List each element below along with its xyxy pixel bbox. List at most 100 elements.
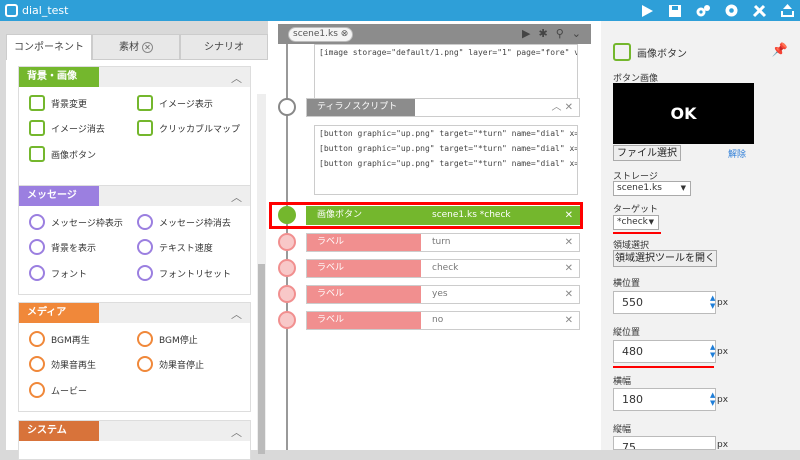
label-block[interactable]: ラベル turn ✕ bbox=[306, 233, 580, 252]
play-icon[interactable]: ▶ bbox=[522, 27, 530, 40]
close-icon[interactable]: ✕ bbox=[142, 42, 153, 53]
label-block[interactable]: ラベル yes ✕ bbox=[306, 285, 580, 304]
tab-scene1[interactable]: scene1.ks ⊗ bbox=[288, 27, 354, 42]
category-label: 背景・画像 bbox=[19, 67, 99, 87]
close-icon[interactable]: ✕ bbox=[565, 234, 573, 251]
component-se-play[interactable]: 効果音再生 bbox=[29, 356, 96, 372]
component-bgm-stop[interactable]: BGM停止 bbox=[137, 331, 198, 347]
image-icon bbox=[137, 95, 153, 111]
block-param: no bbox=[432, 315, 444, 325]
close-icon[interactable]: ✕ bbox=[565, 207, 573, 224]
block-param: check bbox=[432, 263, 459, 273]
title-bar: dial_test bbox=[0, 0, 800, 21]
component-message-hide[interactable]: メッセージ枠消去 bbox=[137, 214, 231, 230]
image-icon bbox=[29, 95, 45, 111]
storage-select[interactable]: scene1.ks ▼ bbox=[613, 181, 691, 196]
tab-materials[interactable]: 素材 ✕ bbox=[92, 34, 180, 60]
close-icon[interactable]: ✕ bbox=[565, 286, 573, 303]
block-label: ラベル bbox=[307, 286, 421, 303]
component-bgm-play[interactable]: BGM再生 bbox=[29, 331, 90, 347]
movie-icon bbox=[29, 382, 45, 398]
chevron-up-icon[interactable]: ︿ bbox=[231, 306, 242, 322]
x-position-input[interactable]: 550 ▲ ▼ bbox=[613, 291, 716, 314]
tab-components[interactable]: コンポーネント bbox=[6, 34, 92, 60]
flag-icon bbox=[278, 259, 296, 277]
stepper-icon[interactable]: ▲ ▼ bbox=[710, 343, 715, 359]
text-icon bbox=[29, 214, 45, 230]
properties-panel: 画像ボタン 📌 ボタン画像 OK ファイル選択 解除 ストレージ scene1.… bbox=[601, 21, 800, 450]
chevron-up-icon[interactable]: ︿ bbox=[231, 424, 242, 440]
image-button-block[interactable]: 画像ボタン scene1.ks *check ✕ bbox=[306, 206, 580, 225]
gears-icon[interactable] bbox=[694, 2, 712, 20]
component-message-show[interactable]: メッセージ枠表示 bbox=[29, 214, 123, 230]
gear-icon[interactable] bbox=[722, 2, 740, 20]
image-clear-icon bbox=[29, 120, 45, 136]
block-label: ティラノスクリプト bbox=[307, 99, 415, 116]
text-icon bbox=[137, 239, 153, 255]
clear-link[interactable]: 解除 bbox=[728, 147, 746, 160]
tyrano-script-node-icon bbox=[278, 98, 296, 116]
text-icon bbox=[137, 265, 153, 281]
height-input[interactable]: 75 bbox=[613, 436, 716, 450]
sound-icon bbox=[29, 356, 45, 372]
label-block[interactable]: ラベル check ✕ bbox=[306, 259, 580, 278]
y-position-label: 縦位置 bbox=[613, 328, 641, 338]
button-image-preview: OK bbox=[613, 83, 754, 144]
save-icon[interactable] bbox=[666, 2, 684, 20]
block-param: scene1.ks *check bbox=[432, 210, 511, 220]
block-label: ラベル bbox=[307, 260, 421, 277]
component-clickable-map[interactable]: クリッカブルマップ bbox=[137, 120, 240, 136]
image-button-icon bbox=[613, 43, 631, 61]
component-font[interactable]: フォント bbox=[29, 265, 87, 281]
chevron-up-icon[interactable]: ︿ bbox=[231, 70, 242, 86]
play-icon[interactable] bbox=[638, 2, 656, 20]
stepper-icon[interactable]: ▲ ▼ bbox=[710, 391, 715, 407]
component-show-bg[interactable]: 背景を表示 bbox=[29, 239, 96, 255]
search-icon[interactable]: ⚲ bbox=[556, 27, 564, 40]
left-scrollbar[interactable] bbox=[257, 94, 266, 454]
component-panel: コンポーネント 素材 ✕ シナリオ 背景・画像 ︿ 背景変更 イメージ表示 イメー… bbox=[6, 34, 268, 460]
text-icon bbox=[137, 214, 153, 230]
component-image-show[interactable]: イメージ表示 bbox=[137, 95, 213, 111]
chevron-up-close-icon[interactable]: ︿ ✕ bbox=[551, 99, 573, 116]
component-image-button[interactable]: 画像ボタン bbox=[29, 146, 96, 162]
region-tool-button[interactable]: 領域選択ツールを開く bbox=[613, 250, 717, 267]
width-label: 横幅 bbox=[613, 377, 632, 387]
stepper-icon[interactable]: ▲ ▼ bbox=[710, 294, 715, 310]
width-input[interactable]: 180 ▲ ▼ bbox=[613, 388, 716, 411]
code-box-image[interactable]: [image storage="default/1.png" layer="1"… bbox=[314, 44, 578, 101]
category-media: メディア ︿ BGM再生 BGM停止 効果音再生 効果音停止 ムービー bbox=[18, 302, 251, 412]
category-label: システム bbox=[19, 421, 99, 441]
pin-icon[interactable]: 📌 bbox=[772, 43, 788, 58]
close-icon[interactable]: ✕ bbox=[565, 312, 573, 329]
chevron-up-icon[interactable]: ︿ bbox=[231, 189, 242, 205]
export-icon[interactable] bbox=[778, 2, 796, 20]
component-se-stop[interactable]: 効果音停止 bbox=[137, 356, 204, 372]
x-unit: px bbox=[717, 298, 729, 308]
component-bg-change[interactable]: 背景変更 bbox=[29, 95, 87, 111]
target-select[interactable]: *check ▼ bbox=[613, 215, 659, 230]
component-text-speed[interactable]: テキスト速度 bbox=[137, 239, 213, 255]
target-underline bbox=[613, 232, 661, 234]
component-image-clear[interactable]: イメージ消去 bbox=[29, 120, 105, 136]
flag-icon bbox=[278, 233, 296, 251]
label-block[interactable]: ラベル no ✕ bbox=[306, 311, 580, 330]
block-label: 画像ボタン bbox=[307, 207, 427, 224]
x-position-label: 横位置 bbox=[613, 279, 641, 289]
file-select-button[interactable]: ファイル選択 bbox=[613, 145, 681, 161]
block-label: ラベル bbox=[307, 312, 421, 329]
code-box-buttons[interactable]: [button graphic="up.png" target="*turn" … bbox=[314, 125, 578, 195]
y-position-input[interactable]: 480 ▲ ▼ bbox=[613, 340, 716, 363]
debug-icon[interactable]: ✱ bbox=[539, 27, 548, 40]
tab-scenario[interactable]: シナリオ bbox=[180, 34, 268, 60]
category-label: メッセージ bbox=[19, 186, 99, 206]
chevron-down-icon[interactable]: ⌄ bbox=[572, 27, 581, 40]
close-icon[interactable]: ✕ bbox=[565, 260, 573, 277]
component-movie[interactable]: ムービー bbox=[29, 382, 87, 398]
block-param: yes bbox=[432, 289, 448, 299]
component-font-reset[interactable]: フォントリセット bbox=[137, 265, 231, 281]
image-button-icon bbox=[29, 146, 45, 162]
editor-tab-bar: scene1.ks ⊗ ▶ ✱ ⚲ ⌄ bbox=[278, 24, 591, 44]
tools-icon[interactable] bbox=[750, 2, 768, 20]
tyrano-script-block[interactable]: ティラノスクリプト ︿ ✕ bbox=[306, 98, 580, 117]
